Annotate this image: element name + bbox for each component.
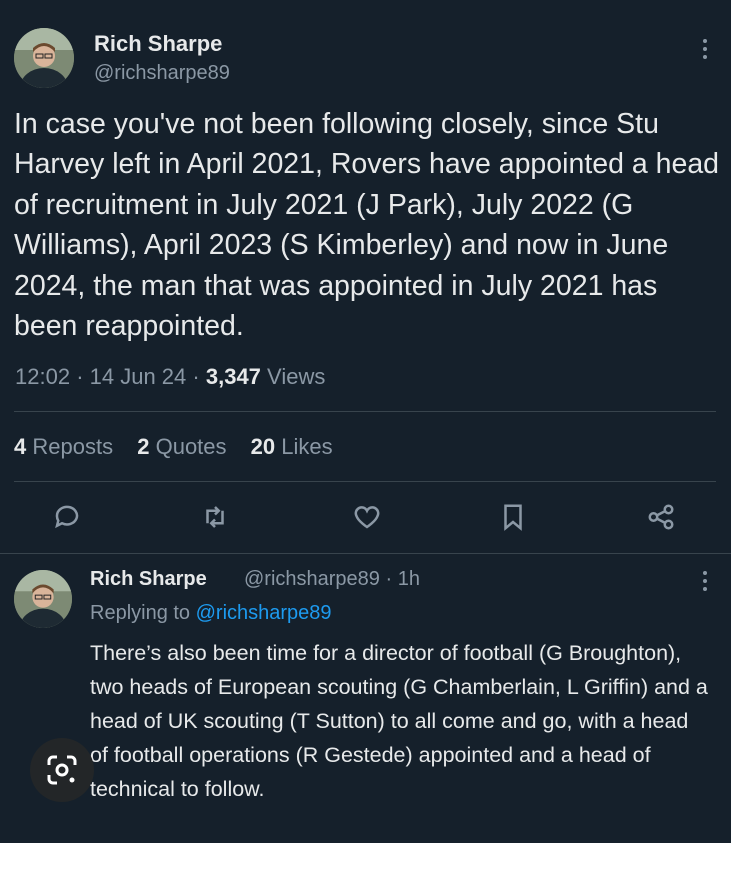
quotes-stat[interactable]: 2 Quotes bbox=[137, 434, 226, 459]
replying-to-line: Replying to @richsharpe89 bbox=[90, 602, 332, 625]
reply-author-handle-line: @richsharpe89 · 1h bbox=[244, 568, 420, 591]
views-label: Views bbox=[267, 364, 326, 389]
tweet-screenshot: Rich Sharpe @richsharpe89 In case you've… bbox=[0, 0, 731, 843]
reposts-stat[interactable]: 4 Reposts bbox=[14, 434, 113, 459]
tweet-time[interactable]: 12:02 bbox=[15, 364, 70, 389]
replying-prefix: Replying to bbox=[90, 602, 191, 624]
reply-text: There’s also been time for a director of… bbox=[90, 641, 708, 801]
share-icon[interactable] bbox=[646, 502, 676, 532]
author-name[interactable]: Rich Sharpe bbox=[94, 31, 222, 57]
bookmark-icon[interactable] bbox=[498, 502, 528, 532]
more-options-icon[interactable] bbox=[698, 36, 712, 68]
reply-age[interactable]: 1h bbox=[398, 568, 420, 590]
divider bbox=[0, 553, 731, 554]
likes-stat[interactable]: 20 Likes bbox=[251, 434, 333, 459]
likes-label: Likes bbox=[281, 434, 333, 459]
author-avatar[interactable] bbox=[14, 28, 74, 88]
divider bbox=[14, 411, 716, 412]
reply-icon[interactable] bbox=[52, 502, 82, 532]
tweet-meta: 12:02 · 14 Jun 24 · 3,347 Views bbox=[15, 364, 325, 390]
lens-search-icon bbox=[47, 755, 77, 785]
likes-count: 20 bbox=[250, 434, 276, 459]
like-icon[interactable] bbox=[352, 502, 382, 532]
bottom-strip bbox=[0, 843, 736, 874]
divider bbox=[14, 481, 716, 482]
views-count: 3,347 bbox=[205, 364, 261, 389]
author-handle[interactable]: @richsharpe89 bbox=[94, 62, 230, 85]
meta-separator: · bbox=[192, 364, 200, 389]
meta-separator: · bbox=[385, 568, 393, 590]
quotes-label: Quotes bbox=[155, 434, 227, 459]
reply-author-avatar[interactable] bbox=[14, 570, 72, 628]
reposts-count: 4 bbox=[14, 434, 27, 459]
tweet-date[interactable]: 14 Jun 24 bbox=[90, 364, 187, 389]
tweet-text: In case you've not been following closel… bbox=[14, 108, 720, 343]
reply-author-handle[interactable]: @richsharpe89 bbox=[244, 568, 380, 590]
meta-separator: · bbox=[76, 364, 84, 389]
repost-icon[interactable] bbox=[200, 502, 230, 532]
reposts-label: Reposts bbox=[32, 434, 114, 459]
reply-author-name[interactable]: Rich Sharpe bbox=[90, 568, 207, 591]
reply-more-options-icon[interactable] bbox=[698, 568, 712, 600]
quotes-count: 2 bbox=[137, 434, 150, 459]
lens-search-button[interactable] bbox=[30, 738, 94, 802]
replying-to-link[interactable]: @richsharpe89 bbox=[196, 602, 332, 624]
engagement-stats: 4 Reposts 2 Quotes 20 Likes bbox=[14, 434, 351, 460]
